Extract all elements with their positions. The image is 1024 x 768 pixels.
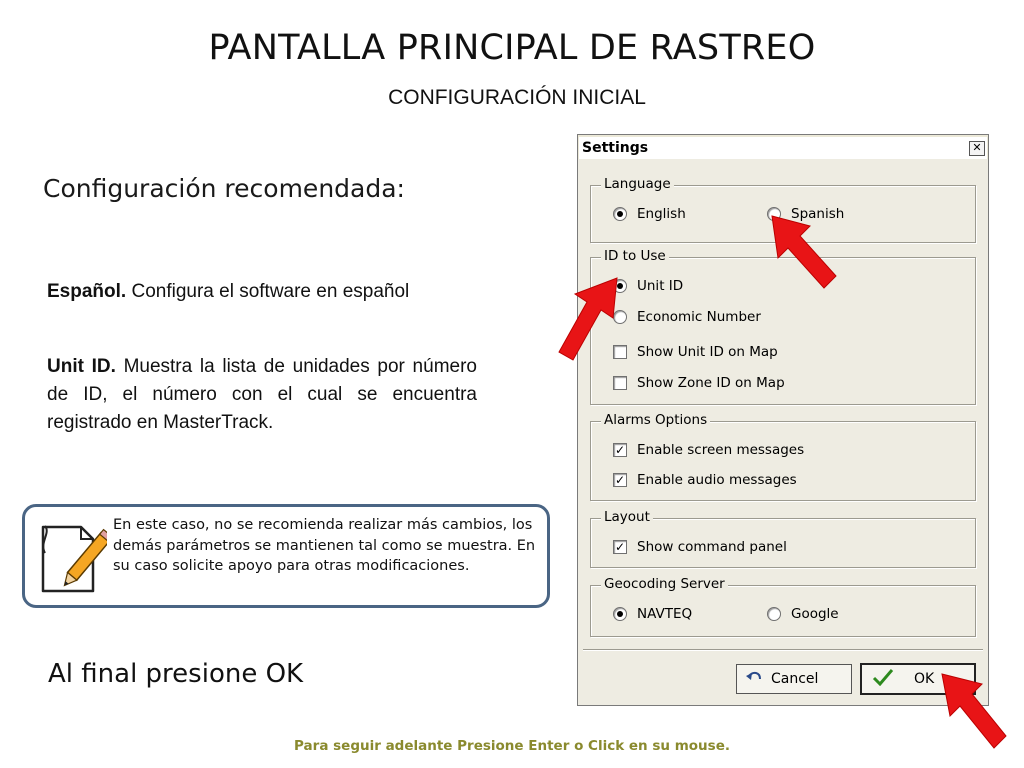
geocoding-google-radio[interactable]: Google xyxy=(767,606,839,622)
id-to-use-group-label: ID to Use xyxy=(601,248,669,264)
geocoding-group-label: Geocoding Server xyxy=(601,576,728,592)
undo-arrow-icon xyxy=(743,670,765,688)
footer-hint: Para seguir adelante Presione Enter o Cl… xyxy=(294,738,730,754)
dialog-title: Settings xyxy=(582,140,649,156)
slide-title: PANTALLA PRINCIPAL DE RASTREO xyxy=(208,28,816,68)
alarms-group-label: Alarms Options xyxy=(601,412,711,428)
spanish-explanation: Configura el software en español xyxy=(126,281,410,302)
economic-number-label: Economic Number xyxy=(637,309,761,325)
cancel-button[interactable]: Cancel xyxy=(736,664,852,694)
cancel-label: Cancel xyxy=(771,671,819,687)
spanish-description: Español. Configura el software en españo… xyxy=(47,278,477,306)
note-pencil-icon xyxy=(41,525,107,593)
checkbox-checked-icon: ✓ xyxy=(613,473,627,487)
final-instruction: Al final presione OK xyxy=(48,659,304,689)
unit-id-term: Unit ID. xyxy=(47,356,116,377)
google-label: Google xyxy=(791,606,839,622)
radio-unselected-icon xyxy=(767,607,781,621)
dialog-titlebar[interactable]: Settings ✕ xyxy=(579,137,987,159)
language-group-label: Language xyxy=(601,176,674,192)
language-english-label: English xyxy=(637,206,686,222)
unit-id-radio[interactable]: Unit ID xyxy=(613,278,683,294)
ok-label: OK xyxy=(914,671,935,687)
checkmark-icon xyxy=(868,668,898,690)
spanish-term: Español. xyxy=(47,281,127,302)
enable-screen-messages-checkbox[interactable]: ✓ Enable screen messages xyxy=(613,442,804,458)
show-unit-id-label: Show Unit ID on Map xyxy=(637,344,778,360)
layout-group: Layout ✓ Show command panel xyxy=(590,509,976,568)
alarms-options-group: Alarms Options ✓ Enable screen messages ✓… xyxy=(590,412,976,501)
radio-selected-icon xyxy=(613,607,627,621)
radio-selected-icon xyxy=(613,207,627,221)
arrow-to-unit-id-icon xyxy=(558,277,618,361)
show-command-panel-checkbox[interactable]: ✓ Show command panel xyxy=(613,539,787,555)
enable-audio-messages-checkbox[interactable]: ✓ Enable audio messages xyxy=(613,472,797,488)
note-callout: En este caso, no se recomienda realizar … xyxy=(22,504,550,608)
navteq-label: NAVTEQ xyxy=(637,606,693,622)
enable-audio-messages-label: Enable audio messages xyxy=(637,472,797,488)
unit-id-label: Unit ID xyxy=(637,278,684,294)
close-icon[interactable]: ✕ xyxy=(969,141,985,156)
show-zone-id-label: Show Zone ID on Map xyxy=(637,375,785,391)
recommended-config-heading: Configuración recomendada: xyxy=(43,174,405,203)
language-english-radio[interactable]: English xyxy=(613,206,686,222)
show-zone-id-checkbox[interactable]: Show Zone ID on Map xyxy=(613,375,785,391)
note-text: En este caso, no se recomienda realizar … xyxy=(113,517,536,574)
slide-subtitle: CONFIGURACIÓN INICIAL xyxy=(388,86,646,109)
checkbox-checked-icon: ✓ xyxy=(613,443,627,457)
enable-screen-messages-label: Enable screen messages xyxy=(637,442,805,458)
show-unit-id-checkbox[interactable]: Show Unit ID on Map xyxy=(613,344,778,360)
arrow-to-spanish-icon xyxy=(771,215,837,289)
layout-group-label: Layout xyxy=(601,509,653,525)
geocoding-navteq-radio[interactable]: NAVTEQ xyxy=(613,606,692,622)
arrow-to-ok-icon xyxy=(941,673,1007,749)
checkbox-checked-icon: ✓ xyxy=(613,540,627,554)
geocoding-server-group: Geocoding Server NAVTEQ Google xyxy=(590,576,976,637)
show-command-panel-label: Show command panel xyxy=(637,539,787,555)
checkbox-unchecked-icon xyxy=(613,376,627,390)
button-separator xyxy=(583,649,983,651)
unit-id-description: Unit ID. Muestra la lista de unidades po… xyxy=(47,353,477,437)
economic-number-radio[interactable]: Economic Number xyxy=(613,309,761,325)
